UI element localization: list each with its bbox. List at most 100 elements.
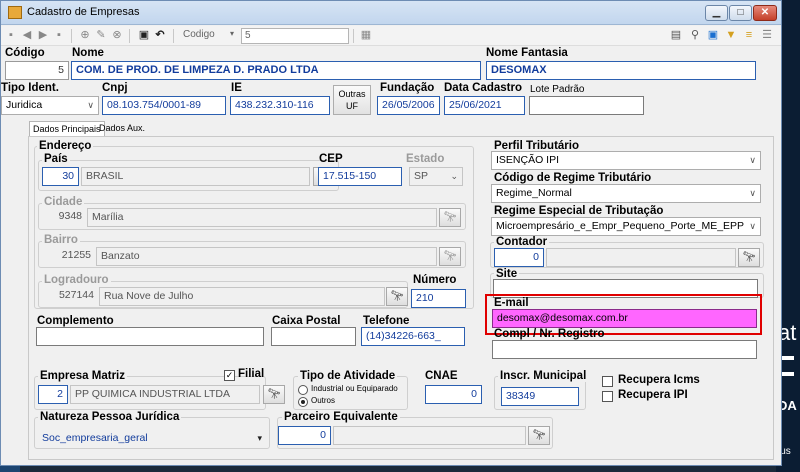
report-icon[interactable]: ▦ (360, 29, 372, 41)
telefone-field[interactable]: (14)34226-663_ (361, 327, 465, 346)
regime-especial-select[interactable]: Microempresário_e_Empr_Pequeno_Porte_ME_… (491, 217, 761, 236)
numero-field[interactable]: 210 (411, 289, 466, 308)
matriz-lookup-button[interactable]: 🔭︎ (263, 385, 285, 404)
natureza-select[interactable]: Soc_empresaria_geral ▾ (38, 430, 266, 449)
add-icon[interactable]: ⊕ (79, 29, 91, 41)
list-icon[interactable]: ≡ (743, 29, 755, 41)
compl-registro-label: Compl / Nr. Registro (494, 328, 605, 340)
undo-icon[interactable]: ↶ (154, 29, 166, 41)
logradouro-lookup-button[interactable]: 🔭︎ (386, 287, 408, 306)
refresh-icon[interactable]: ▣ (707, 29, 719, 41)
tab-dados-principais[interactable]: Dados Principais (29, 121, 105, 137)
estado-value: SP (414, 170, 429, 182)
complemento-field[interactable] (36, 327, 264, 346)
edit-icon[interactable]: ✎ (95, 29, 107, 41)
pais-name-field: BRASIL (81, 167, 310, 186)
lote-padrao-label: Lote Padrão (530, 84, 585, 95)
cidade-lookup-button[interactable]: 🔭︎ (439, 208, 461, 227)
cnae-field[interactable]: 0 (425, 385, 482, 404)
nome-field[interactable]: COM. DE PROD. DE LIMPEZA D. PRADO LTDA (71, 61, 481, 80)
atividade-outros-radio[interactable] (298, 397, 308, 407)
filial-checkbox[interactable]: ✓ (224, 370, 235, 381)
menu-icon[interactable]: ☰ (761, 29, 773, 41)
maximize-button[interactable]: □ (729, 5, 752, 21)
perfil-tributario-value: ISENÇÃO IPI (496, 154, 560, 166)
bairro-lookup-button[interactable]: 🔭︎ (439, 247, 461, 266)
next-icon[interactable]: ▶ (37, 29, 49, 41)
close-button[interactable]: ✕ (753, 5, 777, 21)
contador-code-field[interactable]: 0 (494, 248, 544, 267)
tipo-ident-label: Tipo Ident. (1, 82, 59, 94)
app-window: Cadastro de Empresas ▁ □ ✕ ▪ ◀ ▶ ▪ ⊕ ✎ ⊗… (0, 0, 782, 466)
outras-uf-label-line1: Outras (338, 89, 366, 99)
numero-label: Número (413, 274, 457, 286)
binoculars-icon: 🔭︎ (742, 252, 756, 263)
title-bar: Cadastro de Empresas ▁ □ ✕ (1, 1, 781, 25)
outras-uf-button[interactable]: Outras UF (333, 85, 371, 115)
filter-icon[interactable]: ▼ (725, 29, 737, 41)
tab-dados-aux[interactable]: Dados Aux. (96, 121, 148, 137)
pais-code-field[interactable]: 30 (42, 167, 79, 186)
nome-fantasia-field[interactable]: DESOMAX (486, 61, 756, 80)
caixa-postal-label: Caixa Postal (272, 315, 341, 327)
compl-registro-field[interactable] (492, 340, 757, 359)
data-cadastro-label: Data Cadastro (444, 82, 522, 94)
binoculars-icon: 🔭︎ (443, 251, 457, 262)
regime-tributario-select[interactable]: Regime_Normal ∨ (491, 184, 761, 203)
email-field[interactable]: desomax@desomax.com.br (492, 309, 757, 328)
inscr-municipal-field[interactable]: 38349 (501, 387, 579, 406)
binoculars-icon: 🔭︎ (532, 430, 546, 441)
inscr-municipal-label: Inscr. Municipal (498, 370, 589, 382)
codigo-field[interactable]: 5 (5, 61, 69, 80)
save-icon[interactable]: ▣ (138, 29, 150, 41)
contador-lookup-button[interactable]: 🔭︎ (738, 248, 760, 267)
parceiro-label: Parceiro Equivalente (282, 411, 400, 423)
perfil-tributario-select[interactable]: ISENÇÃO IPI ∨ (491, 151, 761, 170)
fundacao-field[interactable]: 26/05/2006 (377, 96, 440, 115)
recupera-icms-checkbox[interactable] (602, 376, 613, 387)
last-record-icon[interactable]: ▪ (53, 29, 65, 41)
recupera-ipi-checkbox[interactable] (602, 391, 613, 402)
tipo-ident-select[interactable]: Juridica ∨ (1, 96, 99, 115)
previous-icon[interactable]: ◀ (21, 29, 33, 41)
parceiro-lookup-button[interactable]: 🔭︎ (528, 426, 550, 445)
matriz-code-field[interactable]: 2 (38, 385, 68, 404)
chevron-down-icon: ∨ (87, 100, 94, 110)
atividade-outros-label: Outros (311, 396, 336, 405)
telefone-label: Telefone (363, 315, 410, 327)
chevron-down-icon: ∨ (749, 221, 756, 231)
lote-padrao-field[interactable] (529, 96, 644, 115)
caixa-postal-field[interactable] (271, 327, 356, 346)
regime-tributario-value: Regime_Normal (496, 187, 572, 199)
cnpj-label: Cnpj (102, 82, 128, 94)
chevron-down-icon[interactable]: ▾ (230, 29, 234, 38)
parceiro-code-field[interactable]: 0 (278, 426, 331, 445)
chevron-down-icon: ▾ (257, 433, 262, 443)
binoculars-icon: 🔭︎ (267, 389, 281, 400)
app-icon (8, 6, 22, 19)
nome-fantasia-label: Nome Fantasia (486, 47, 568, 59)
logradouro-label: Logradouro (42, 274, 111, 286)
toolbar-separator (71, 29, 72, 43)
cnpj-field[interactable]: 08.103.754/0001-89 (102, 96, 226, 115)
data-cadastro-field[interactable]: 25/06/2021 (444, 96, 525, 115)
toolbar: ▪ ◀ ▶ ▪ ⊕ ✎ ⊗ ▣ ↶ Codigo ▾ 5 ▦ ▤ ⚲ ▣ ▼ ≡… (1, 26, 781, 46)
matriz-name-field: PP QUIMICA INDUSTRIAL LTDA (70, 385, 260, 404)
logradouro-code-field: 527144 (58, 289, 94, 301)
toolbar-separator (173, 29, 174, 43)
search-icon[interactable]: ⚲ (689, 29, 701, 41)
parceiro-name-field (333, 426, 526, 445)
codigo-search-input[interactable]: 5 (241, 28, 349, 44)
filial-label: Filial (238, 368, 265, 380)
atividade-industrial-radio[interactable] (298, 385, 308, 395)
delete-icon[interactable]: ⊗ (111, 29, 123, 41)
cep-field[interactable]: 17.515-150 (318, 167, 402, 186)
recupera-ipi-label: Recupera IPI (618, 389, 688, 401)
cidade-name-field: Marília (87, 208, 437, 227)
window-icon[interactable]: ▤ (670, 29, 682, 41)
codigo-search-label: Codigo (183, 29, 215, 40)
tipo-atividade-label: Tipo de Atividade (298, 370, 398, 382)
first-record-icon[interactable]: ▪ (5, 29, 17, 41)
ie-field[interactable]: 438.232.310-116 (230, 96, 330, 115)
minimize-button[interactable]: ▁ (705, 5, 728, 21)
